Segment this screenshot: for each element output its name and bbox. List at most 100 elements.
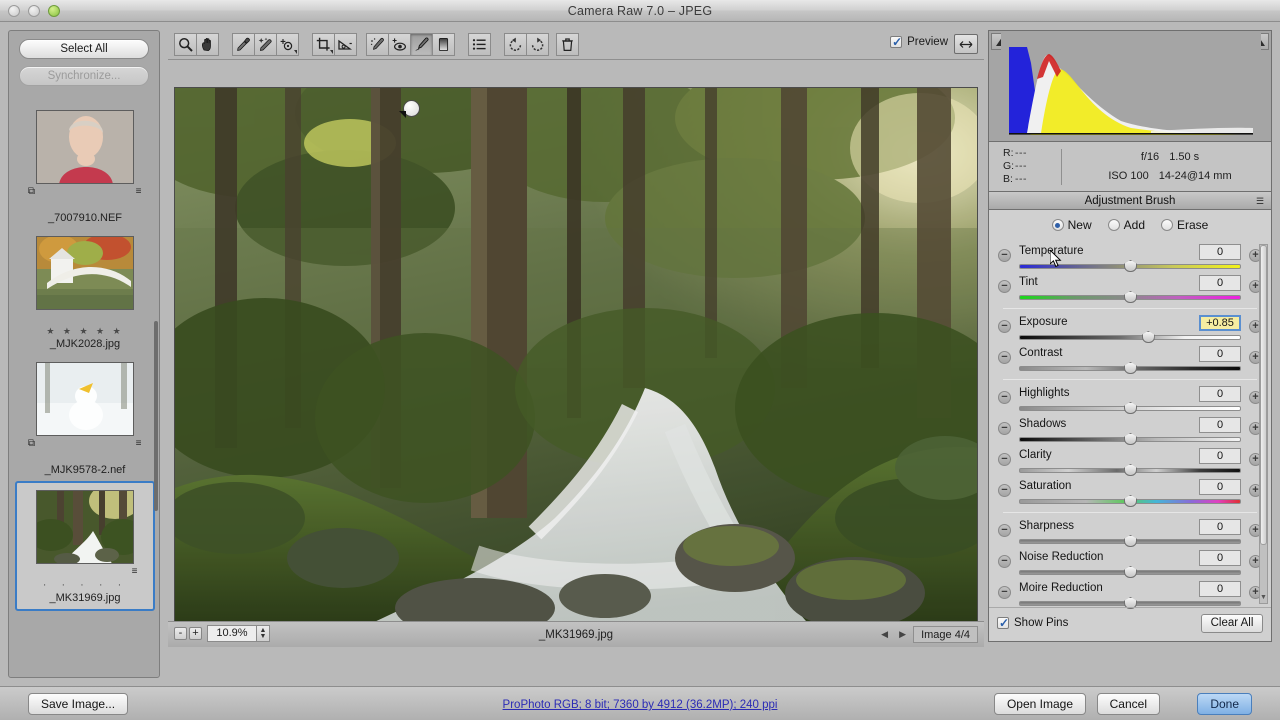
filmstrip-scrollbar[interactable] [154,321,158,511]
slider-decrement-button[interactable]: − [998,280,1011,293]
workflow-options-link[interactable]: ProPhoto RGB; 8 bit; 7360 by 4912 (36.2M… [0,687,1280,720]
show-pins-checkbox[interactable] [997,616,1009,630]
radio-icon[interactable] [1107,219,1120,231]
cancel-button[interactable]: Cancel [1096,693,1160,715]
slider-value-field[interactable]: 0 [1199,550,1241,566]
slider-decrement-button[interactable]: − [998,422,1011,435]
thumbnail-image[interactable] [36,362,134,436]
show-pins-toggle[interactable]: Show Pins [997,616,1068,630]
filmstrip-thumbnail[interactable]: ⧉ ≡ _7007910.NEF [13,103,157,229]
slider-saturation[interactable]: − Saturation 0 + [989,477,1271,508]
slider-highlights[interactable]: − Highlights 0 + [989,384,1271,415]
preview-checkbox[interactable] [890,35,902,49]
preferences-tool[interactable] [468,33,491,56]
slider-sharpness[interactable]: − Sharpness 0 + [989,517,1271,548]
slider-value-field[interactable]: 0 [1199,346,1241,362]
slider-exposure[interactable]: − Exposure +0.85 + [989,313,1271,344]
slider-value-field[interactable]: 0 [1199,479,1241,495]
thumbnail-image[interactable] [36,236,134,310]
slider-handle[interactable] [1124,362,1137,374]
slider-handle[interactable] [1141,331,1155,343]
select-all-button[interactable]: Select All [19,39,149,59]
done-button[interactable]: Done [1197,693,1252,715]
straighten-tool[interactable] [334,33,357,56]
slider-value-field[interactable]: 0 [1199,417,1241,433]
spot-removal-tool[interactable] [366,33,389,56]
slider-temperature[interactable]: − Temperature 0 + [989,242,1271,273]
white-balance-tool[interactable] [232,33,255,56]
panel-scroll-down-icon[interactable]: ▼ [1260,593,1267,603]
slider-handle[interactable] [1124,566,1137,578]
color-sampler-tool[interactable] [254,33,277,56]
brush-mode-new[interactable]: New [1051,218,1092,232]
graduated-filter-tool[interactable] [432,33,455,56]
slider-decrement-button[interactable]: − [998,586,1011,599]
slider-decrement-button[interactable]: − [998,249,1011,262]
slider-clarity[interactable]: − Clarity 0 + [989,446,1271,477]
slider-value-field[interactable]: 0 [1199,386,1241,402]
slider-value-field[interactable]: 0 [1199,275,1241,291]
previous-image-button[interactable]: ◀ [877,626,892,643]
image-canvas[interactable]: - + 10.9% ▲ ▼ _MK31969.jpg ◀ ▶ Image 4/4 [168,61,984,647]
next-image-button[interactable]: ▶ [895,626,910,643]
thumbnail-rating[interactable] [13,199,157,212]
thumbnail-rating[interactable]: · · · · · [17,579,153,592]
crop-tool[interactable] [312,33,335,56]
hand-tool[interactable] [196,33,219,56]
image-preview[interactable] [174,87,978,630]
slider-value-field[interactable]: 0 [1199,581,1241,597]
targeted-adjustment-tool[interactable] [276,33,299,56]
slider-handle[interactable] [1124,495,1137,507]
clear-all-button[interactable]: Clear All [1201,614,1263,633]
slider-handle[interactable] [1124,402,1137,414]
slider-contrast[interactable]: − Contrast 0 + [989,344,1271,375]
rotate-counterclockwise-tool[interactable] [504,33,527,56]
thumbnail-image[interactable] [36,490,134,564]
slider-value-field[interactable]: 0 [1199,519,1241,535]
thumbnail-rating[interactable]: ★ ★ ★ ★ ★ [13,325,157,338]
brush-mode-add[interactable]: Add [1107,218,1145,232]
radio-icon[interactable] [1051,219,1064,231]
adjustment-brush-tool[interactable] [410,33,433,56]
slider-tint[interactable]: − Tint 0 + [989,273,1271,304]
slider-value-field[interactable]: +0.85 [1199,315,1241,331]
thumbnail-image[interactable] [36,110,134,184]
slider-moire-reduction[interactable]: − Moire Reduction 0 + [989,579,1271,610]
filmstrip-list[interactable]: ⧉ ≡ _7007910.NEF ★ ★ ★ ★ ★ _MJK2028.jpg … [9,103,159,677]
panel-menu-icon[interactable]: ☰ [1253,195,1267,207]
slider-noise-reduction[interactable]: − Noise Reduction 0 + [989,548,1271,579]
slider-decrement-button[interactable]: − [998,484,1011,497]
slider-track[interactable] [1019,335,1241,340]
red-eye-removal-tool[interactable] [388,33,411,56]
preview-toggle[interactable]: Preview [890,35,948,49]
adjustment-brush-pin[interactable] [399,100,420,118]
slider-handle[interactable] [1124,535,1137,547]
slider-decrement-button[interactable]: − [998,391,1011,404]
filmstrip-thumbnail[interactable]: ≡ · · · · · _MK31969.jpg [15,481,155,611]
brush-mode-erase[interactable]: Erase [1161,218,1208,232]
delete-tool[interactable] [556,33,579,56]
filmstrip-thumbnail[interactable]: ★ ★ ★ ★ ★ _MJK2028.jpg [13,229,157,355]
open-image-button[interactable]: Open Image [993,693,1086,715]
panel-scrollbar-thumb[interactable] [1260,245,1267,545]
slider-shadows[interactable]: − Shadows 0 + [989,415,1271,446]
slider-value-field[interactable]: 0 [1199,244,1241,260]
brush-mode-group[interactable]: New Add Erase [989,210,1271,240]
slider-decrement-button[interactable]: − [998,320,1011,333]
panel-scrollbar[interactable]: ▼ [1259,244,1268,604]
slider-handle[interactable] [1124,464,1137,476]
slider-handle[interactable] [1124,433,1137,445]
slider-decrement-button[interactable]: − [998,453,1011,466]
synchronize-button[interactable]: Synchronize... [19,66,149,86]
slider-decrement-button[interactable]: − [998,524,1011,537]
slider-handle[interactable] [1124,260,1137,272]
thumbnail-rating[interactable] [13,451,157,464]
slider-value-field[interactable]: 0 [1199,448,1241,464]
slider-decrement-button[interactable]: − [998,555,1011,568]
fullscreen-toggle-button[interactable] [954,34,978,54]
slider-decrement-button[interactable]: − [998,351,1011,364]
zoom-tool[interactable] [174,33,197,56]
filmstrip-thumbnail[interactable]: ⧉ ≡ _MJK9578-2.nef [13,355,157,481]
rotate-clockwise-tool[interactable] [526,33,549,56]
slider-handle[interactable] [1124,291,1137,303]
